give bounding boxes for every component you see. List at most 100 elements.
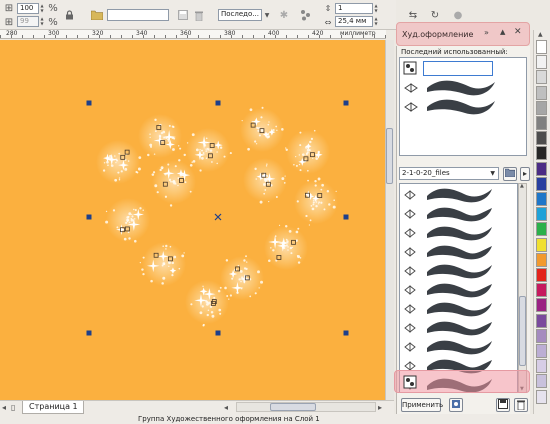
color-swatch[interactable] — [536, 70, 547, 85]
color-swatch[interactable] — [536, 40, 547, 54]
dabs-spinner[interactable]: ▲ ▼ — [373, 3, 379, 14]
library-stroke-shape[interactable] — [427, 245, 492, 260]
library-stroke-shape[interactable] — [427, 340, 492, 355]
color-swatch[interactable] — [536, 374, 547, 389]
color-swatch[interactable] — [536, 116, 547, 130]
library-stroke-shape[interactable] — [427, 321, 492, 336]
color-swatch[interactable] — [536, 359, 547, 374]
color-swatch[interactable] — [536, 237, 547, 252]
new-preset-button[interactable] — [449, 398, 463, 412]
spacing-spinner[interactable]: ▲ ▼ — [373, 16, 379, 27]
selection-handle[interactable] — [343, 214, 349, 220]
recent-stroke-shape[interactable] — [427, 99, 495, 115]
sparkle-dot — [297, 261, 301, 264]
sparkle-dot — [138, 156, 142, 159]
expand-icon[interactable]: » — [484, 28, 489, 37]
vertical-scroll-thumb[interactable] — [386, 128, 393, 184]
sparkle-dot — [241, 276, 244, 279]
library-stroke-shape[interactable] — [427, 188, 492, 203]
color-swatch[interactable] — [536, 328, 547, 343]
vertical-scrollbar[interactable] — [385, 40, 394, 400]
page-tab[interactable]: Страница 1 — [22, 401, 84, 414]
docker-title: Худ.оформление — [402, 30, 474, 39]
scroll-right-icon[interactable]: ▸ — [378, 403, 382, 412]
color-swatch[interactable] — [536, 161, 547, 176]
color-swatch[interactable] — [536, 222, 547, 237]
library-scroll-thumb[interactable] — [519, 296, 526, 366]
resize-icon[interactable]: ⊞ — [2, 1, 16, 15]
dabs-field[interactable]: 1 — [335, 3, 373, 14]
color-swatch[interactable] — [536, 192, 547, 206]
sprayer-icon[interactable]: ✱ — [277, 8, 291, 22]
recent-stroke-shape[interactable] — [427, 80, 495, 96]
lock-icon[interactable] — [62, 8, 76, 22]
color-swatch[interactable] — [536, 344, 547, 358]
folder-icon[interactable] — [90, 8, 104, 22]
width-field[interactable]: 100 — [17, 3, 39, 14]
sprayer-icon[interactable] — [403, 375, 417, 389]
horizontal-scroll-thumb[interactable] — [270, 403, 316, 411]
color-swatch[interactable] — [536, 313, 547, 328]
page-icon[interactable]: ▯ — [11, 403, 15, 412]
selection-handle[interactable] — [86, 100, 92, 106]
color-swatch[interactable] — [536, 146, 547, 161]
preset-name-field[interactable] — [107, 9, 169, 21]
scroll-up-icon[interactable]: ▲ — [538, 31, 543, 38]
color-swatch[interactable] — [536, 131, 547, 146]
color-swatch[interactable] — [536, 283, 547, 298]
scroll-right-icon[interactable]: ▸ — [520, 167, 530, 181]
color-swatch[interactable] — [536, 389, 547, 404]
color-swatch[interactable] — [536, 252, 547, 267]
collapse-icon[interactable]: ▲ — [500, 28, 505, 36]
preset-select[interactable]: Последо... — [218, 9, 262, 21]
selection-handle[interactable] — [86, 330, 92, 336]
save-button[interactable] — [496, 398, 510, 412]
height-spinner[interactable]: ▲ ▼ — [39, 16, 45, 27]
height-field[interactable]: 99 — [17, 16, 39, 27]
library-stroke-shape[interactable] — [427, 302, 492, 317]
browse-folder-button[interactable] — [503, 167, 517, 181]
spray-order-icon[interactable] — [299, 8, 313, 22]
rotation-icon[interactable]: ⇆ — [406, 8, 420, 22]
library-stroke-shape[interactable] — [427, 207, 492, 222]
reset-icon[interactable]: ● — [451, 8, 465, 22]
stroke-library-list[interactable] — [399, 183, 518, 393]
selection-handle[interactable] — [86, 214, 92, 220]
spacing-field[interactable]: 25,4 мм — [335, 16, 373, 27]
color-swatch[interactable] — [536, 85, 547, 100]
sparkle-dot — [142, 209, 144, 211]
color-swatch[interactable] — [536, 55, 547, 70]
selection-handle[interactable] — [215, 100, 221, 106]
color-swatch[interactable] — [536, 207, 547, 222]
library-stroke-shape[interactable] — [427, 283, 492, 298]
apply-button[interactable]: Применить — [401, 398, 443, 412]
library-stroke-shape[interactable] — [427, 264, 492, 279]
library-stroke-shape[interactable] — [427, 226, 492, 241]
selection-handle[interactable] — [215, 330, 221, 336]
scroll-left-icon[interactable]: ◂ — [224, 403, 228, 412]
delete-button[interactable] — [514, 398, 528, 412]
color-swatch[interactable] — [536, 298, 547, 313]
drawing-canvas[interactable] — [0, 40, 385, 400]
width-spinner[interactable]: ▲ ▼ — [39, 3, 45, 14]
color-swatch[interactable] — [536, 268, 547, 282]
delete-icon[interactable] — [192, 8, 206, 22]
close-icon[interactable]: ✕ — [514, 27, 522, 37]
color-swatch[interactable] — [536, 176, 547, 191]
page-nav-icon[interactable]: ◂ — [2, 403, 6, 412]
selection-handle[interactable] — [343, 330, 349, 336]
color-swatch[interactable] — [536, 100, 547, 115]
library-select[interactable]: 2-1-0-20_files ▼ — [399, 167, 499, 180]
sparkle-dot — [287, 249, 289, 251]
preset-name-input[interactable] — [423, 61, 493, 76]
chevron-down-icon[interactable]: ▼ — [260, 8, 274, 22]
offset-icon[interactable]: ↻ — [428, 8, 442, 22]
resize-icon[interactable]: ⊞ — [2, 15, 16, 29]
ruler-tick — [341, 35, 342, 38]
ruler-label: 320 — [92, 30, 104, 37]
save-icon[interactable] — [176, 8, 190, 22]
ruler-tick — [88, 35, 89, 38]
scroll-up-icon[interactable]: ▲ — [520, 183, 524, 189]
selection-handle[interactable] — [343, 100, 349, 106]
center-marker[interactable] — [214, 213, 222, 221]
